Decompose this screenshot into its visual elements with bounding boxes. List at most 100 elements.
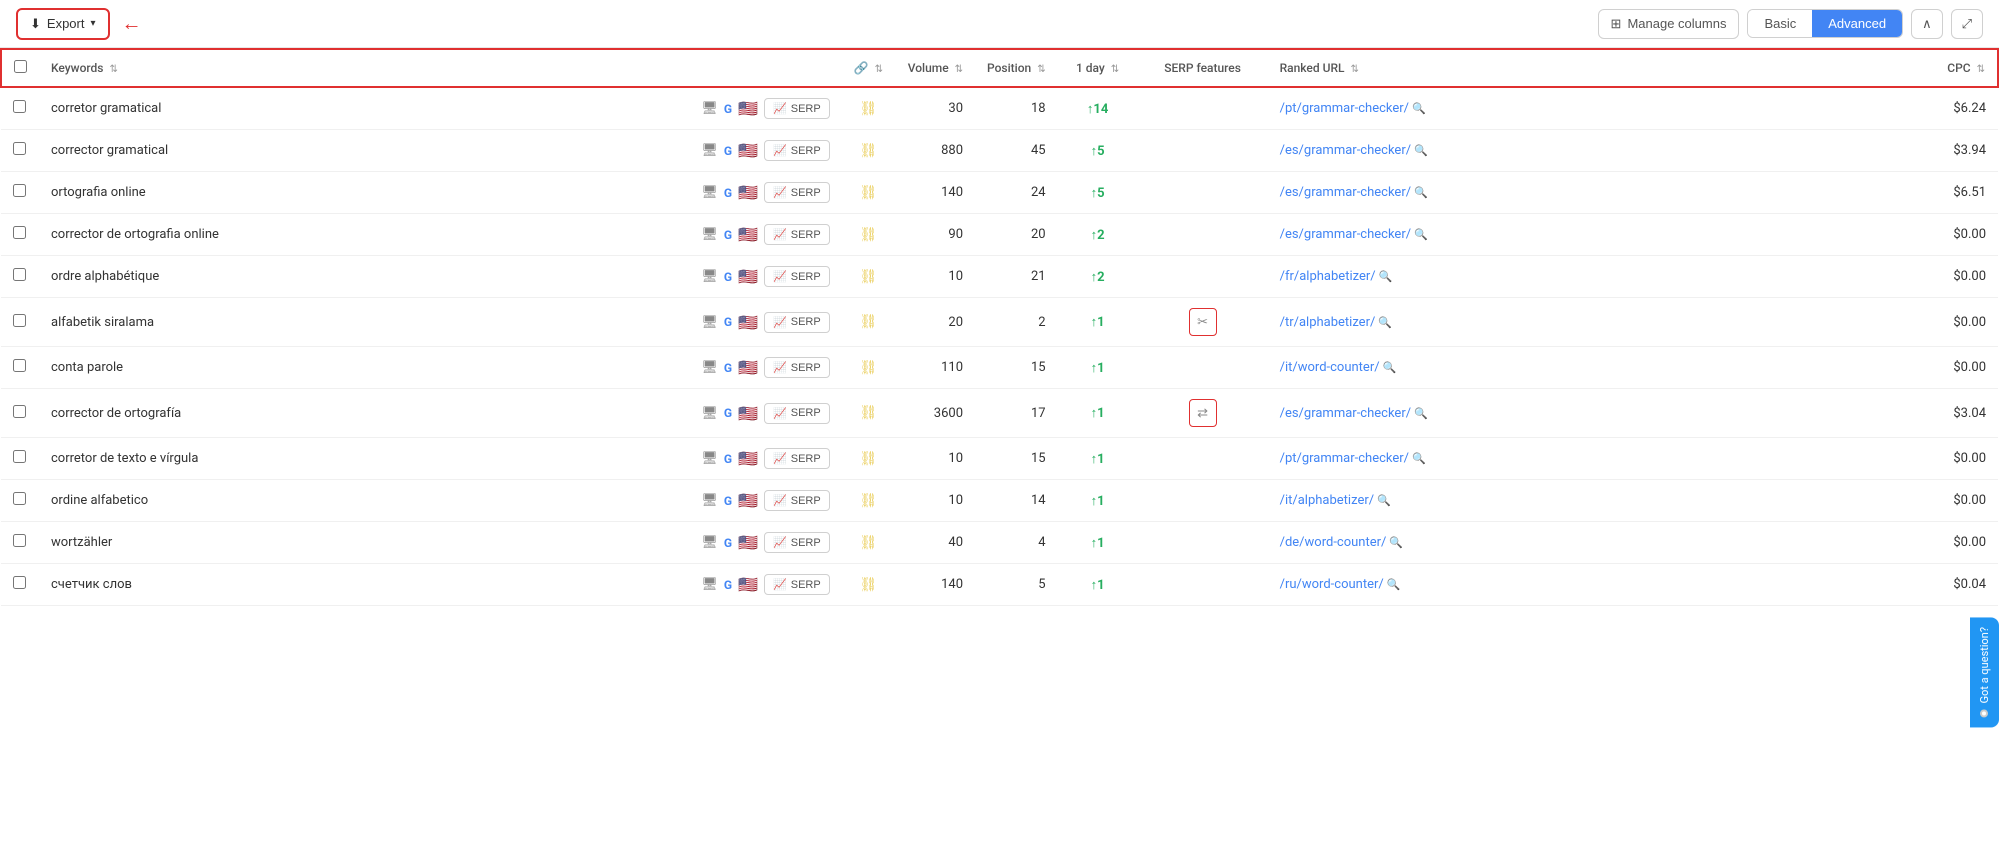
day-change-cell: ↑1 [1058, 522, 1138, 564]
day-change-cell: ↑14 [1058, 87, 1138, 130]
ranked-url-link[interactable]: /pt/grammar-checker/ [1280, 101, 1409, 116]
row-checkbox[interactable] [13, 576, 26, 589]
row-checkbox[interactable] [13, 184, 26, 197]
header-checkbox[interactable] [1, 49, 39, 87]
search-icon: 🔍 [1379, 270, 1393, 283]
flag-icon: 🇺🇸 [738, 449, 758, 468]
serp-feature-cell [1138, 347, 1268, 389]
serp-label: SERP [791, 579, 821, 591]
ranked-url-cell: /es/grammar-checker/🔍 [1268, 389, 1918, 438]
position-cell: 4 [975, 522, 1058, 564]
header-position-label: Position [987, 61, 1031, 75]
manage-columns-button[interactable]: ⊞ Manage columns [1598, 9, 1740, 39]
basic-view-button[interactable]: Basic [1748, 10, 1812, 37]
table-header-row: Keywords ⇅ 🔗 ⇅ Volume ⇅ Position ⇅ 1 d [1, 49, 1998, 87]
export-icon: ⬇ [30, 16, 41, 32]
serp-button[interactable]: 📈 SERP [764, 182, 830, 203]
ranked-url-link[interactable]: /es/grammar-checker/ [1280, 406, 1412, 421]
link-chain-icon: ⛓ [859, 314, 877, 330]
table-row: corrector de ortografía 🖥 G 🇺🇸 📈 SERP ⛓3… [1, 389, 1998, 438]
row-checkbox[interactable] [13, 314, 26, 327]
select-all-checkbox[interactable] [14, 60, 27, 73]
sort-icon-cpc: ⇅ [1977, 64, 1985, 75]
ranked-url-link[interactable]: /pt/grammar-checker/ [1280, 451, 1409, 466]
row-checkbox[interactable] [13, 492, 26, 505]
serp-button[interactable]: 📈 SERP [764, 98, 830, 119]
ranked-url-link[interactable]: /fr/alphabetizer/ [1280, 269, 1376, 284]
flag-icon: 🇺🇸 [738, 99, 758, 118]
ranked-url-link[interactable]: /es/grammar-checker/ [1280, 185, 1412, 200]
advanced-view-button[interactable]: Advanced [1812, 10, 1902, 37]
row-checkbox[interactable] [13, 100, 26, 113]
link-chain-icon: ⛓ [859, 185, 877, 201]
ranked-url-cell: /de/word-counter/🔍 [1268, 522, 1918, 564]
position-cell: 24 [975, 172, 1058, 214]
ranked-url-link[interactable]: /it/word-counter/ [1280, 360, 1380, 375]
header-position[interactable]: Position ⇅ [975, 49, 1058, 87]
serp-button[interactable]: 📈 SERP [764, 490, 830, 511]
serp-button[interactable]: 📈 SERP [764, 403, 830, 424]
header-volume[interactable]: Volume ⇅ [895, 49, 975, 87]
serp-button[interactable]: 📈 SERP [764, 224, 830, 245]
row-checkbox[interactable] [13, 405, 26, 418]
expand-button[interactable]: ⤢ [1951, 9, 1983, 39]
trend-icon: 📈 [773, 102, 787, 115]
table-row: corretor gramatical 🖥 G 🇺🇸 📈 SERP ⛓3018↑… [1, 87, 1998, 130]
table-row: conta parole 🖥 G 🇺🇸 📈 SERP ⛓11015↑1/it/w… [1, 347, 1998, 389]
serp-button[interactable]: 📈 SERP [764, 357, 830, 378]
serp-button[interactable]: 📈 SERP [764, 532, 830, 553]
ranked-url-link[interactable]: /it/alphabetizer/ [1280, 493, 1375, 508]
header-volume-label: Volume [908, 61, 949, 75]
google-icon: G [724, 315, 732, 329]
trend-icon: 📈 [773, 228, 787, 241]
trend-icon: 📈 [773, 186, 787, 199]
header-keyword[interactable]: Keywords ⇅ [39, 49, 689, 87]
volume-cell: 140 [895, 564, 975, 606]
link-cell: ⛓ [842, 389, 895, 438]
row-icons-cell: 🖥 G 🇺🇸 📈 SERP [689, 298, 841, 347]
link-cell: ⛓ [842, 214, 895, 256]
flag-icon: 🇺🇸 [738, 183, 758, 202]
row-checkbox[interactable] [13, 359, 26, 372]
google-icon: G [724, 228, 732, 242]
link-cell: ⛓ [842, 87, 895, 130]
serp-button[interactable]: 📈 SERP [764, 312, 830, 333]
search-icon: 🔍 [1412, 452, 1426, 465]
row-checkbox[interactable] [13, 450, 26, 463]
row-checkbox[interactable] [13, 142, 26, 155]
table-row: ordre alphabétique 🖥 G 🇺🇸 📈 SERP ⛓1021↑2… [1, 256, 1998, 298]
position-cell: 15 [975, 347, 1058, 389]
ranked-url-link[interactable]: /ru/word-counter/ [1280, 577, 1384, 592]
cpc-cell: $0.00 [1918, 347, 1998, 389]
link-cell: ⛓ [842, 522, 895, 564]
row-icons-cell: 🖥 G 🇺🇸 📈 SERP [689, 172, 841, 214]
serp-label: SERP [791, 362, 821, 374]
day-change-value: ↑14 [1087, 102, 1108, 117]
header-cpc[interactable]: CPC ⇅ [1918, 49, 1998, 87]
row-checkbox[interactable] [13, 226, 26, 239]
ranked-url-link[interactable]: /es/grammar-checker/ [1280, 227, 1412, 242]
sort-icon-link: ⇅ [875, 64, 883, 75]
ranked-url-link[interactable]: /tr/alphabetizer/ [1280, 315, 1376, 330]
link-cell: ⛓ [842, 480, 895, 522]
chat-widget[interactable]: Got a question? [1970, 617, 1999, 727]
ranked-url-link[interactable]: /de/word-counter/ [1280, 535, 1387, 550]
serp-button[interactable]: 📈 SERP [764, 448, 830, 469]
day-change-value: ↑2 [1091, 228, 1105, 243]
header-1day[interactable]: 1 day ⇅ [1058, 49, 1138, 87]
collapse-button[interactable]: ∧ [1911, 9, 1943, 39]
header-keyword-label: Keywords [51, 61, 103, 75]
header-url[interactable]: Ranked URL ⇅ [1268, 49, 1918, 87]
flag-icon: 🇺🇸 [738, 404, 758, 423]
link-chain-icon: ⛓ [859, 227, 877, 243]
table-row: wortzähler 🖥 G 🇺🇸 📈 SERP ⛓404↑1/de/word-… [1, 522, 1998, 564]
serp-button[interactable]: 📈 SERP [764, 266, 830, 287]
serp-button[interactable]: 📈 SERP [764, 574, 830, 595]
export-button[interactable]: ⬇ Export ▾ [16, 8, 110, 40]
row-checkbox[interactable] [13, 534, 26, 547]
volume-cell: 40 [895, 522, 975, 564]
serp-button[interactable]: 📈 SERP [764, 140, 830, 161]
serp-label: SERP [791, 537, 821, 549]
ranked-url-link[interactable]: /es/grammar-checker/ [1280, 143, 1412, 158]
row-checkbox[interactable] [13, 268, 26, 281]
